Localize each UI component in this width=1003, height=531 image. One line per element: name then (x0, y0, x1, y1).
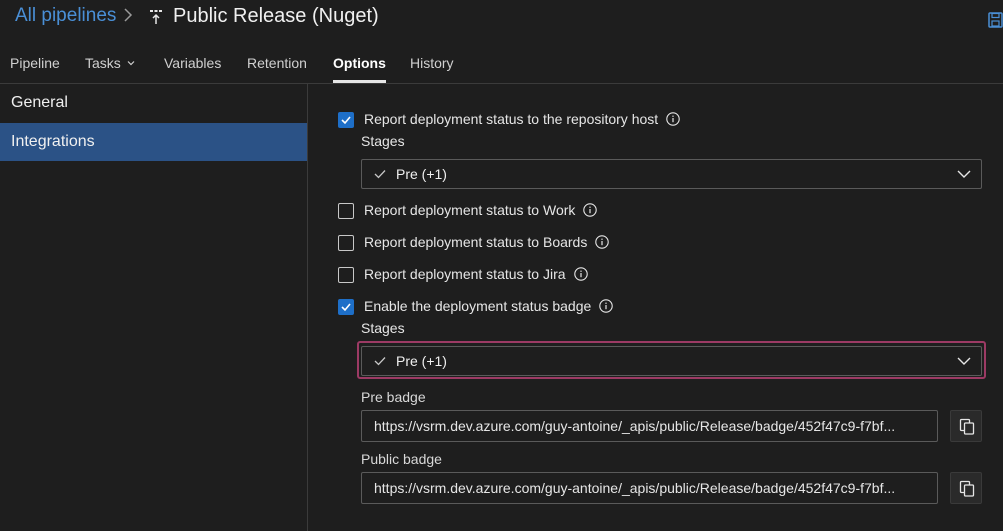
info-icon[interactable] (595, 235, 610, 249)
report-jira-checkbox[interactable] (338, 267, 354, 283)
public-badge-url-field[interactable]: https://vsrm.dev.azure.com/guy-antoine/_… (361, 472, 938, 504)
stages-dropdown-badge[interactable]: Pre (+1) (361, 346, 982, 376)
copy-icon (959, 418, 975, 435)
pre-badge-url: https://vsrm.dev.azure.com/guy-antoine/_… (374, 418, 896, 434)
save-icon[interactable] (988, 12, 1003, 28)
report-repo-checkbox[interactable] (338, 112, 354, 128)
status-badge-checkbox[interactable] (338, 299, 354, 315)
tab-retention[interactable]: Retention (247, 55, 307, 71)
pre-badge-url-field[interactable]: https://vsrm.dev.azure.com/guy-antoine/_… (361, 410, 938, 442)
public-badge-label: Public badge (361, 451, 442, 467)
status-badge-label: Enable the deployment status badge (364, 298, 592, 314)
tab-history[interactable]: History (410, 55, 454, 71)
info-icon[interactable] (599, 299, 614, 313)
chevron-down-icon (957, 170, 971, 178)
sidebar-item-integrations[interactable]: Integrations (0, 123, 307, 161)
report-work-label-wrap: Report deployment status to Work (364, 202, 598, 218)
check-icon (374, 170, 386, 179)
chevron-down-icon (957, 357, 971, 365)
copy-icon (959, 480, 975, 497)
copy-pre-badge-button[interactable] (950, 410, 982, 442)
report-work-label: Report deployment status to Work (364, 202, 576, 218)
sidebar-item-label: General (11, 94, 68, 111)
report-jira-label: Report deployment status to Jira (364, 266, 566, 282)
report-work-checkbox[interactable] (338, 203, 354, 219)
info-icon[interactable] (573, 267, 588, 281)
report-boards-label-wrap: Report deployment status to Boards (364, 234, 610, 250)
status-badge-label-wrap: Enable the deployment status badge (364, 298, 614, 314)
tab-options[interactable]: Options (333, 55, 386, 71)
stages-label: Stages (361, 320, 405, 336)
info-icon[interactable] (666, 112, 680, 126)
options-sidebar: General Integrations (0, 84, 308, 531)
check-icon (374, 357, 386, 366)
active-tab-indicator (333, 80, 386, 83)
report-boards-checkbox[interactable] (338, 235, 354, 251)
report-repo-label-wrap: Report deployment status to the reposito… (364, 111, 680, 127)
info-icon[interactable] (583, 203, 598, 217)
page-title: Public Release (Nuget) (173, 5, 379, 27)
pre-badge-label: Pre badge (361, 389, 426, 405)
chevron-down-icon (127, 61, 135, 66)
breadcrumb-all-pipelines[interactable]: All pipelines (15, 5, 116, 27)
stages-dropdown-repo[interactable]: Pre (+1) (361, 159, 982, 189)
stages-value: Pre (+1) (396, 166, 447, 182)
stages-label: Stages (361, 133, 405, 149)
integrations-panel: Report deployment status to the reposito… (308, 84, 1003, 531)
tab-tasks[interactable]: Tasks (85, 55, 135, 71)
page-header: All pipelines Public Release (Nuget) (0, 0, 1003, 40)
report-boards-label: Report deployment status to Boards (364, 234, 588, 250)
tab-variables[interactable]: Variables (164, 55, 221, 71)
report-jira-label-wrap: Report deployment status to Jira (364, 266, 588, 282)
stages-value: Pre (+1) (396, 353, 447, 369)
public-badge-url: https://vsrm.dev.azure.com/guy-antoine/_… (374, 480, 896, 496)
sidebar-item-label: Integrations (11, 133, 95, 150)
sidebar-item-general[interactable]: General (0, 84, 307, 122)
breadcrumb-chevron-icon (123, 6, 133, 29)
release-pipeline-icon (149, 9, 163, 25)
copy-public-badge-button[interactable] (950, 472, 982, 504)
tab-tasks-label: Tasks (85, 55, 121, 71)
report-repo-label: Report deployment status to the reposito… (364, 111, 659, 127)
tab-pipeline[interactable]: Pipeline (10, 55, 60, 71)
tab-bar: Pipeline Tasks Variables Retention Optio… (0, 40, 1003, 84)
